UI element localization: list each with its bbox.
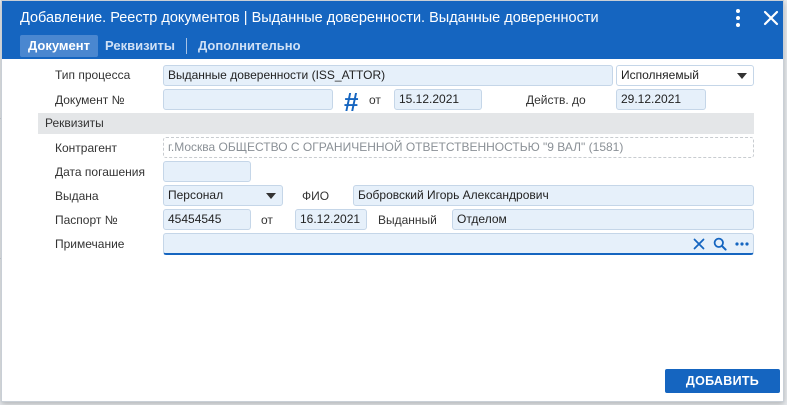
fio-label: ФИО (302, 189, 330, 203)
chevron-down-icon (737, 73, 747, 79)
requisites-section-title: Реквизиты (45, 116, 104, 130)
issued-to-label: Выдана (55, 189, 99, 203)
repayment-date-label: Дата погашения (55, 165, 145, 179)
issued-by-input[interactable]: Отделом (452, 209, 754, 230)
doc-number-input[interactable] (163, 89, 333, 110)
repayment-date-input[interactable] (163, 161, 251, 182)
clear-icon[interactable] (693, 238, 705, 253)
requisites-section-header: Реквизиты (38, 113, 754, 134)
date-from-input[interactable]: 15.12.2021 (394, 89, 482, 110)
process-type-field[interactable]: Выданные доверенности (ISS_ATTOR) (163, 65, 613, 86)
tab-divider (186, 38, 187, 54)
passport-label: Паспорт № (55, 213, 118, 227)
hash-number-icon[interactable]: # (344, 89, 358, 115)
chevron-down-icon (266, 193, 276, 199)
tab-document[interactable]: Документ (20, 35, 98, 57)
counterparty-field: г.Москва ОБЩЕСТВО С ОГРАНИЧЕННОЙ ОТВЕТСТ… (163, 137, 754, 158)
more-horizontal-icon[interactable] (735, 238, 749, 253)
tab-additional[interactable]: Дополнительно (191, 35, 308, 57)
issued-to-value: Персонал (168, 188, 224, 202)
valid-until-input[interactable]: 29.12.2021 (616, 89, 706, 110)
tab-requisites[interactable]: Реквизиты (98, 35, 182, 57)
valid-until-label: Действ. до (526, 93, 586, 107)
note-input[interactable] (163, 233, 754, 255)
issued-to-select[interactable]: Персонал (163, 185, 283, 206)
passport-from-label: от (261, 213, 273, 227)
passport-date-input[interactable]: 16.12.2021 (295, 209, 367, 230)
close-icon[interactable] (760, 7, 782, 29)
note-actions (693, 237, 749, 253)
search-icon[interactable] (713, 237, 727, 253)
add-document-dialog: Добавление. Реестр документов | Выданные… (1, 0, 784, 402)
issued-by-label: Выданный (378, 213, 437, 227)
tab-bar: Документ Реквизиты Дополнительно (20, 35, 308, 57)
counterparty-label: Контрагент (55, 141, 118, 155)
fio-input[interactable]: Бобровский Игорь Александрович (353, 185, 754, 206)
dialog-title: Добавление. Реестр документов | Выданные… (20, 10, 599, 26)
status-select[interactable]: Исполняемый (616, 65, 754, 86)
passport-number-input[interactable]: 45454545 (163, 209, 251, 230)
status-value: Исполняемый (621, 68, 699, 82)
date-from-label: от (369, 93, 381, 107)
dialog-titlebar: Добавление. Реестр документов | Выданные… (2, 1, 783, 59)
doc-number-label: Документ № (55, 93, 125, 107)
note-label: Примечание (55, 237, 125, 251)
more-vertical-icon[interactable] (729, 7, 747, 29)
add-button[interactable]: ДОБАВИТЬ (665, 369, 780, 393)
process-type-label: Тип процесса (55, 68, 131, 82)
